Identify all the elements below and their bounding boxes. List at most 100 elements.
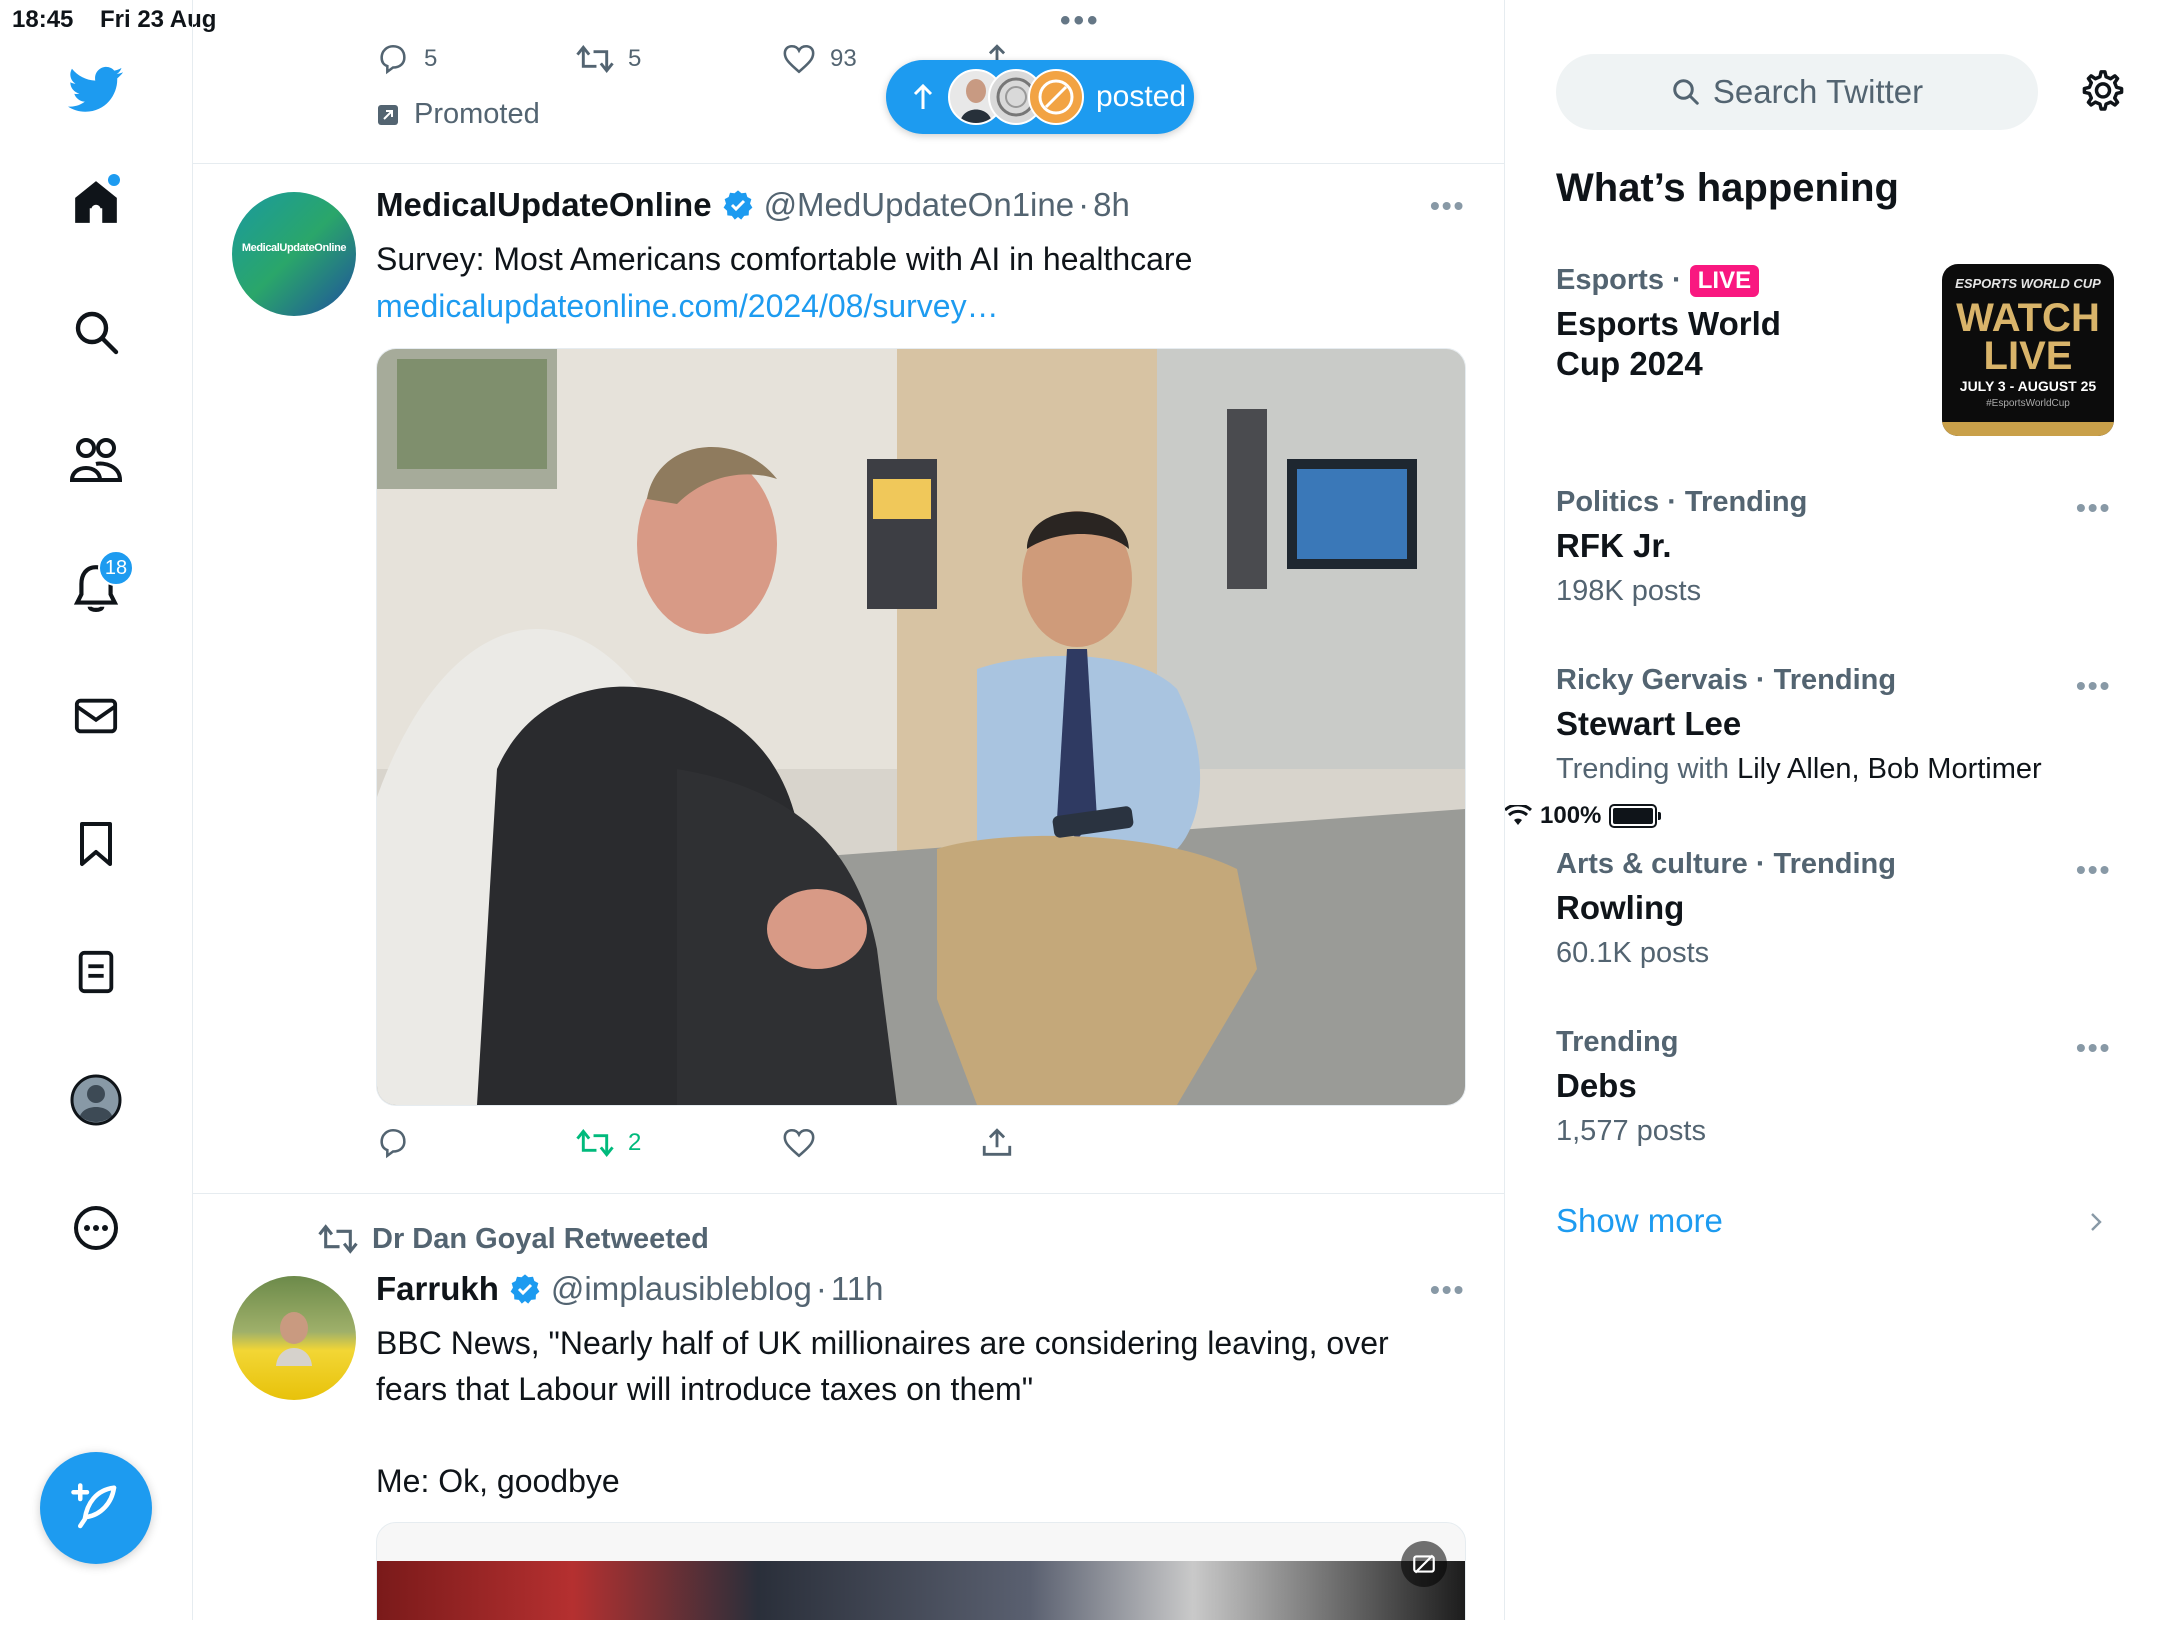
trend-meta: Esports · LIVE (1556, 264, 1781, 298)
home-icon[interactable] (64, 170, 128, 234)
verified-badge-icon (510, 1274, 540, 1304)
author-name[interactable]: MedicalUpdateOnline (376, 186, 712, 224)
reply-icon (380, 1128, 406, 1159)
live-badge: LIVE (1689, 265, 1760, 298)
tweet-image[interactable] (376, 1522, 1466, 1620)
bookmarks-icon[interactable] (64, 812, 128, 876)
trend-item[interactable]: Ricky Gervais · Trending Stewart Lee Tre… (1556, 664, 2042, 786)
trend-more-icon[interactable]: ••• (2076, 854, 2111, 886)
trend-sub-prefix: Trending with (1556, 753, 1738, 785)
search-input[interactable]: Search Twitter (1556, 54, 2038, 130)
tweet-more-icon[interactable]: ••• (1430, 1274, 1465, 1306)
trend-more-icon[interactable]: ••• (2076, 492, 2111, 524)
alt-text-icon[interactable] (1401, 1541, 1447, 1587)
divider (192, 163, 1504, 164)
trend-meta: Trending (1556, 1026, 1679, 1058)
prev-like-button[interactable]: 93 (782, 42, 857, 76)
show-more-link[interactable]: Show more (1556, 1202, 1723, 1240)
retweeted-by-text: Dr Dan Goyal Retweeted (372, 1222, 709, 1255)
avatar[interactable]: MedicalUpdateOnline (232, 192, 356, 316)
like-button[interactable] (782, 1126, 816, 1160)
retweeted-by[interactable]: Dr Dan Goyal Retweeted (318, 1222, 709, 1256)
tweet-image[interactable] (376, 348, 1466, 1106)
trend-title: Esports World (1556, 305, 1781, 343)
author-handle[interactable]: @MedUpdateOn1ine (764, 186, 1075, 224)
timeline: 5 5 93 Promoted MedicalUpdateOnline Medi… (192, 0, 1505, 1620)
heart-icon (783, 1128, 815, 1158)
trend-item[interactable]: Trending Debs 1,577 posts (1556, 1026, 1706, 1148)
compose-button[interactable] (40, 1452, 152, 1564)
trend-title: RFK Jr. (1556, 527, 1672, 564)
trend-title: Cup 2024 (1556, 345, 1703, 383)
prev-reply-count: 5 (424, 45, 438, 72)
more-icon[interactable] (64, 1196, 128, 1260)
trend-meta: Arts & culture · Trending (1556, 848, 1896, 880)
new-posts-pill[interactable]: posted (886, 60, 1194, 134)
retweet-icon (576, 44, 614, 74)
trend-promo-image[interactable]: ESPORTS WORLD CUP WATCH LIVE JULY 3 - AU… (1942, 264, 2114, 436)
left-nav: 18 (0, 0, 193, 1620)
promo-main2: LIVE (1983, 334, 2073, 378)
chevron-right-icon[interactable] (2086, 1208, 2106, 1241)
communities-icon[interactable] (64, 428, 128, 492)
retweet-icon (318, 1224, 358, 1254)
separator: · (815, 1270, 827, 1307)
share-button[interactable] (980, 1126, 1014, 1160)
home-unread-dot (108, 174, 120, 186)
trend-item[interactable]: Politics · Trending RFK Jr. 198K posts (1556, 486, 1807, 608)
section-title: What’s happening (1556, 166, 1899, 210)
avatar-logo-text: MedicalUpdateOnline (241, 242, 347, 254)
tweet-text-line2: fears that Labour will introduce taxes o… (376, 1371, 1034, 1407)
messages-icon[interactable] (64, 684, 128, 748)
trend-item[interactable]: Arts & culture · Trending Rowling 60.1K … (1556, 848, 1896, 970)
divider (192, 1193, 1504, 1194)
prev-retweet-button[interactable]: 5 (576, 42, 641, 76)
trend-more-icon[interactable]: ••• (2076, 1032, 2111, 1064)
gear-icon[interactable] (2080, 68, 2126, 119)
avatar[interactable] (232, 1276, 356, 1400)
tweet-link[interactable]: medicalupdateonline.com/2024/08/survey… (376, 283, 999, 329)
tweet-text: Survey: Most Americans comfortable with … (376, 241, 1193, 277)
notifications-icon[interactable]: 18 (64, 550, 134, 620)
trend-title: Stewart Lee (1556, 705, 1742, 742)
tweet-header: MedicalUpdateOnline @MedUpdateOn1ine · 8… (376, 186, 1130, 224)
search-placeholder: Search Twitter (1712, 73, 1924, 110)
profile-icon[interactable] (64, 1068, 128, 1132)
compose-icon (71, 1483, 117, 1529)
arrow-up-icon (913, 83, 933, 109)
tweet-header: Farrukh @implausibleblog · 11h (376, 1270, 883, 1308)
tweet-time[interactable]: 11h (831, 1270, 884, 1308)
promo-top: ESPORTS WORLD CUP (1955, 276, 2101, 291)
promoted-text: Promoted (414, 98, 540, 130)
promoted-icon (378, 104, 398, 125)
lists-icon[interactable] (64, 940, 128, 1004)
retweet-count: 2 (628, 1129, 642, 1156)
trend-more-icon[interactable]: ••• (2076, 670, 2111, 702)
twitter-logo-icon[interactable] (64, 58, 128, 122)
tweet-time[interactable]: 8h (1093, 186, 1130, 224)
author-name[interactable]: Farrukh (376, 1270, 499, 1308)
promoted-label: Promoted (376, 98, 540, 131)
pill-avatars (948, 69, 1088, 125)
reply-button[interactable] (376, 1126, 410, 1160)
reply-icon (380, 44, 406, 75)
heart-icon (783, 44, 815, 74)
prev-reply-button[interactable]: 5 (376, 42, 437, 76)
search-icon[interactable] (64, 300, 128, 364)
retweet-button[interactable]: 2 (576, 1126, 641, 1160)
trend-title: Debs (1556, 1067, 1637, 1104)
tweet-photo (377, 349, 1465, 1105)
prev-retweet-count: 5 (628, 45, 642, 72)
trend-sub: Trending with Lily Allen, Bob Mortimer (1556, 753, 2042, 786)
tweet-text-line1: BBC News, "Nearly half of UK millionaire… (376, 1325, 1389, 1361)
trend-meta: Politics · Trending (1556, 486, 1808, 518)
trend-meta: Ricky Gervais · Trending (1556, 664, 1897, 696)
separator: · (1078, 186, 1090, 223)
trend-item[interactable]: Esports · LIVE Esports World Cup 2024 (1556, 264, 1781, 383)
tweet-photo (377, 1561, 1465, 1620)
avatar (1028, 69, 1084, 125)
author-handle[interactable]: @implausibleblog (551, 1270, 812, 1308)
promo-dates: JULY 3 - AUGUST 25 (1959, 378, 2097, 394)
tweet-more-icon[interactable]: ••• (1430, 190, 1465, 222)
trend-title: Rowling (1556, 889, 1685, 926)
